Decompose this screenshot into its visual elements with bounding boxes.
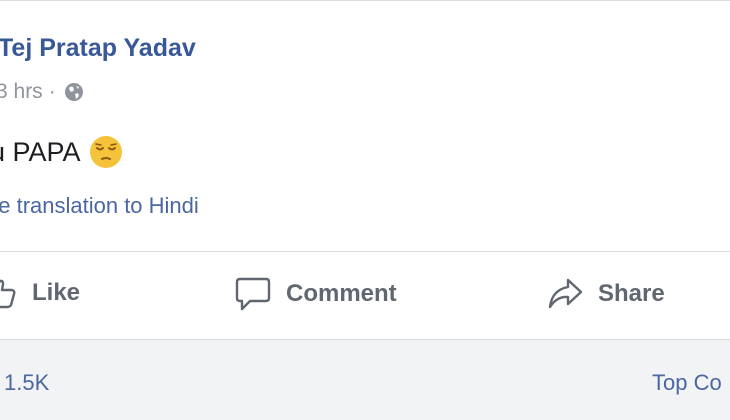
see-translation-link[interactable]: de translation to Hindi (0, 193, 199, 219)
share-button[interactable]: Share (546, 276, 665, 312)
post-meta: 3 hrs · (0, 80, 84, 104)
like-button[interactable]: Like (0, 276, 80, 310)
pensive-face-emoji-icon (89, 135, 123, 169)
post-actions-bar: Like Comment Share (0, 252, 730, 338)
post-text-content: u PAPA (0, 136, 81, 167)
like-label: Like (32, 279, 81, 306)
reactions-footer: 1.5K Top Co (0, 339, 730, 420)
thumbs-up-icon (0, 276, 18, 310)
share-arrow-icon (546, 276, 584, 312)
globe-icon[interactable] (64, 82, 84, 102)
top-comments-dropdown[interactable]: Top Co (652, 370, 722, 396)
speech-bubble-icon (234, 276, 272, 312)
post-timestamp[interactable]: 3 hrs (0, 80, 43, 104)
comment-label: Comment (286, 280, 397, 307)
post-author-name[interactable]: Tej Pratap Yadav (0, 34, 196, 63)
reaction-count[interactable]: 1.5K (4, 370, 49, 396)
share-label: Share (598, 280, 665, 307)
meta-separator: · (48, 80, 56, 103)
post-card: Tej Pratap Yadav 3 hrs · u PAPA d (0, 0, 730, 420)
comment-button[interactable]: Comment (234, 276, 397, 312)
post-text: u PAPA (0, 135, 123, 169)
